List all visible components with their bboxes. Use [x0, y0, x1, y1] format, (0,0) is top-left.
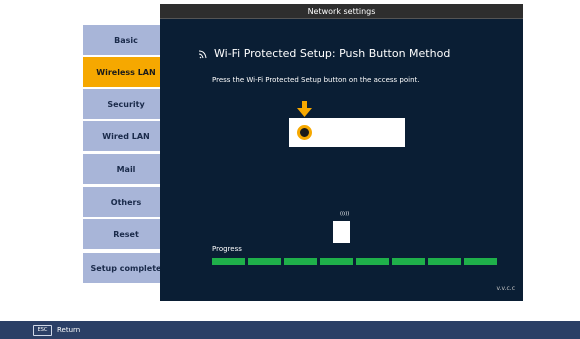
progress-segment — [284, 258, 317, 265]
wifi-icon — [198, 50, 207, 58]
progress-segment — [320, 258, 353, 265]
sidebar-item-label: Setup complete — [90, 263, 162, 273]
sidebar-item-label: Wired LAN — [102, 131, 150, 141]
progress-segment — [212, 258, 245, 265]
network-settings-panel: Network settings Wi-Fi Protected Setup: … — [160, 4, 523, 301]
progress-segment — [464, 258, 497, 265]
progress-segment — [428, 258, 461, 265]
wps-button-icon — [297, 125, 312, 140]
sidebar-item-mail[interactable]: Mail — [83, 154, 172, 184]
sidebar-item-others[interactable]: Others — [83, 187, 172, 217]
progress-segment — [248, 258, 281, 265]
progress-segment — [356, 258, 389, 265]
footer-bar: ESC Return — [0, 321, 580, 339]
sidebar-item-wired-lan[interactable]: Wired LAN — [83, 121, 172, 151]
signal-icon: ((ı)) — [340, 211, 350, 217]
sidebar-item-label: Basic — [114, 35, 138, 45]
return-label: Return — [57, 326, 81, 334]
page-title-text: Wi-Fi Protected Setup: Push Button Metho… — [214, 47, 451, 60]
instruction-text: Press the Wi-Fi Protected Setup button o… — [212, 76, 420, 84]
sidebar-item-reset[interactable]: Reset — [83, 219, 172, 249]
page-title: Wi-Fi Protected Setup: Push Button Metho… — [198, 47, 450, 60]
progress-label: Progress — [212, 245, 242, 253]
arrow-down-icon — [297, 101, 312, 117]
sidebar-item-label: Reset — [113, 229, 139, 239]
sidebar-item-label: Wireless LAN — [96, 67, 156, 77]
sidebar-item-label: Others — [110, 197, 142, 207]
sidebar-item-wireless-lan[interactable]: Wireless LAN — [83, 57, 172, 87]
sidebar-item-setup-complete[interactable]: Setup complete — [83, 253, 172, 283]
version-text: v.v.c.c — [496, 285, 516, 292]
sidebar-item-basic[interactable]: Basic — [83, 25, 172, 55]
progress-bar — [212, 258, 497, 265]
device-icon — [333, 221, 350, 243]
progress-segment — [392, 258, 425, 265]
panel-header: Network settings — [160, 4, 523, 19]
sidebar-item-security[interactable]: Security — [83, 89, 172, 119]
sidebar-item-label: Security — [107, 99, 145, 109]
esc-key[interactable]: ESC — [33, 324, 52, 336]
sidebar-item-label: Mail — [116, 164, 136, 174]
